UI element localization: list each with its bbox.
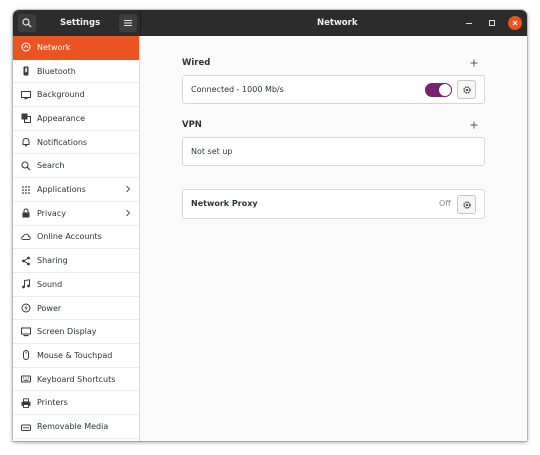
sidebar-item-screen-display[interactable]: Screen Display: [13, 320, 139, 345]
search-icon: [21, 161, 31, 171]
maximize-icon: [489, 20, 495, 26]
keyboard-icon: [21, 374, 31, 384]
minimize-icon: [466, 23, 472, 24]
sidebar-item-removable-media[interactable]: Removable Media: [13, 415, 139, 439]
cloud-icon: [21, 232, 31, 242]
music-note-icon: [21, 279, 31, 289]
sidebar-item-sharing[interactable]: Sharing: [13, 249, 139, 273]
mouse-icon: [21, 350, 31, 361]
sidebar-item-mouse-touchpad[interactable]: Mouse & Touchpad: [13, 344, 139, 368]
sidebar-item-sound[interactable]: Sound: [13, 273, 139, 297]
network-panel: Wired Connected - 1000 Mb/s VPN Not set …: [140, 36, 527, 441]
sidebar-item-label: Applications: [37, 185, 86, 195]
sidebar-item-label: Sound: [37, 279, 63, 289]
sidebar-item-bluetooth[interactable]: Bluetooth: [13, 60, 139, 84]
sidebar-item-search[interactable]: Search: [13, 155, 139, 179]
header-bar: Settings Network: [13, 10, 527, 36]
sidebar-item-label: Bluetooth: [37, 66, 76, 76]
wired-connection-row: Connected - 1000 Mb/s: [182, 75, 485, 104]
search-icon: [22, 18, 32, 28]
display-icon: [21, 327, 31, 337]
close-icon: [512, 20, 518, 26]
wired-toggle[interactable]: [425, 83, 452, 97]
hamburger-icon: [124, 20, 132, 26]
chevron-right-icon: [125, 185, 131, 196]
plus-icon: [470, 121, 478, 129]
settings-window: Settings Network Network Bluetooth Backg…: [13, 10, 527, 441]
close-button[interactable]: [508, 16, 522, 30]
sidebar-item-notifications[interactable]: Notifications: [13, 131, 139, 155]
vpn-row: Not set up: [182, 137, 485, 166]
sidebar-item-privacy[interactable]: Privacy: [13, 202, 139, 226]
plus-icon: [470, 59, 478, 67]
network-proxy-row[interactable]: Network Proxy Off: [182, 189, 485, 219]
sidebar-item-label: Notifications: [37, 137, 88, 147]
network-proxy-settings-button[interactable]: [457, 195, 476, 214]
sidebar-item-label: Keyboard Shortcuts: [37, 374, 116, 384]
sidebar-item-label: Screen Display: [37, 327, 97, 337]
wired-status: Connected - 1000 Mb/s: [191, 85, 284, 94]
sidebar-item-label: Search: [37, 161, 65, 171]
minimize-button[interactable]: [462, 16, 476, 30]
background-icon: [21, 90, 31, 100]
sidebar-item-label: Printers: [37, 398, 68, 408]
sidebar-item-label: Background: [37, 90, 85, 100]
sidebar-item-label: Sharing: [37, 256, 68, 266]
sidebar-item-background[interactable]: Background: [13, 83, 139, 108]
share-icon: [21, 256, 31, 266]
applications-icon: [21, 185, 31, 195]
removable-media-icon: [21, 422, 31, 432]
wired-settings-button[interactable]: [457, 80, 476, 99]
vpn-section-title: VPN: [182, 120, 202, 130]
appearance-icon: [21, 113, 31, 124]
sidebar-item-label: Removable Media: [37, 422, 109, 432]
app-title: Settings: [60, 18, 101, 28]
wired-section-title: Wired: [182, 58, 211, 68]
header-divider: [140, 10, 141, 36]
gear-icon: [462, 85, 471, 94]
sidebar-item-appearance[interactable]: Appearance: [13, 107, 139, 131]
sidebar-item-power[interactable]: Power: [13, 297, 139, 321]
sidebar-item-applications[interactable]: Applications: [13, 178, 139, 202]
toggle-knob: [439, 84, 451, 96]
sidebar-item-keyboard-shortcuts[interactable]: Keyboard Shortcuts: [13, 368, 139, 392]
search-button[interactable]: [18, 14, 36, 32]
power-icon: [21, 303, 31, 313]
sidebar-item-label: Appearance: [37, 113, 86, 123]
privacy-icon: [21, 208, 31, 218]
sidebar-item-online-accounts[interactable]: Online Accounts: [13, 226, 139, 250]
bluetooth-icon: [21, 66, 31, 76]
sidebar-item-printers[interactable]: Printers: [13, 392, 139, 416]
sidebar-item-label: Network: [37, 42, 71, 52]
add-vpn-button[interactable]: [470, 121, 478, 131]
sidebar-item-label: Privacy: [37, 208, 66, 218]
sidebar-item-label: Power: [37, 303, 62, 313]
bell-icon: [21, 137, 31, 147]
sidebar-item-label: Mouse & Touchpad: [37, 350, 113, 360]
sidebar-item-label: Online Accounts: [37, 232, 102, 242]
maximize-button[interactable]: [485, 16, 499, 30]
network-proxy-label: Network Proxy: [191, 199, 258, 208]
sidebar-item-network[interactable]: Network: [13, 36, 139, 60]
sidebar: Network Bluetooth Background Appearance …: [13, 36, 140, 441]
chevron-right-icon: [125, 209, 131, 220]
printer-icon: [21, 398, 31, 408]
network-proxy-status: Off: [439, 199, 451, 208]
page-title: Network: [317, 18, 358, 28]
vpn-status: Not set up: [191, 147, 233, 156]
menu-button[interactable]: [119, 14, 137, 32]
gear-icon: [462, 200, 471, 209]
network-icon: [21, 42, 31, 52]
add-wired-button[interactable]: [470, 59, 478, 69]
